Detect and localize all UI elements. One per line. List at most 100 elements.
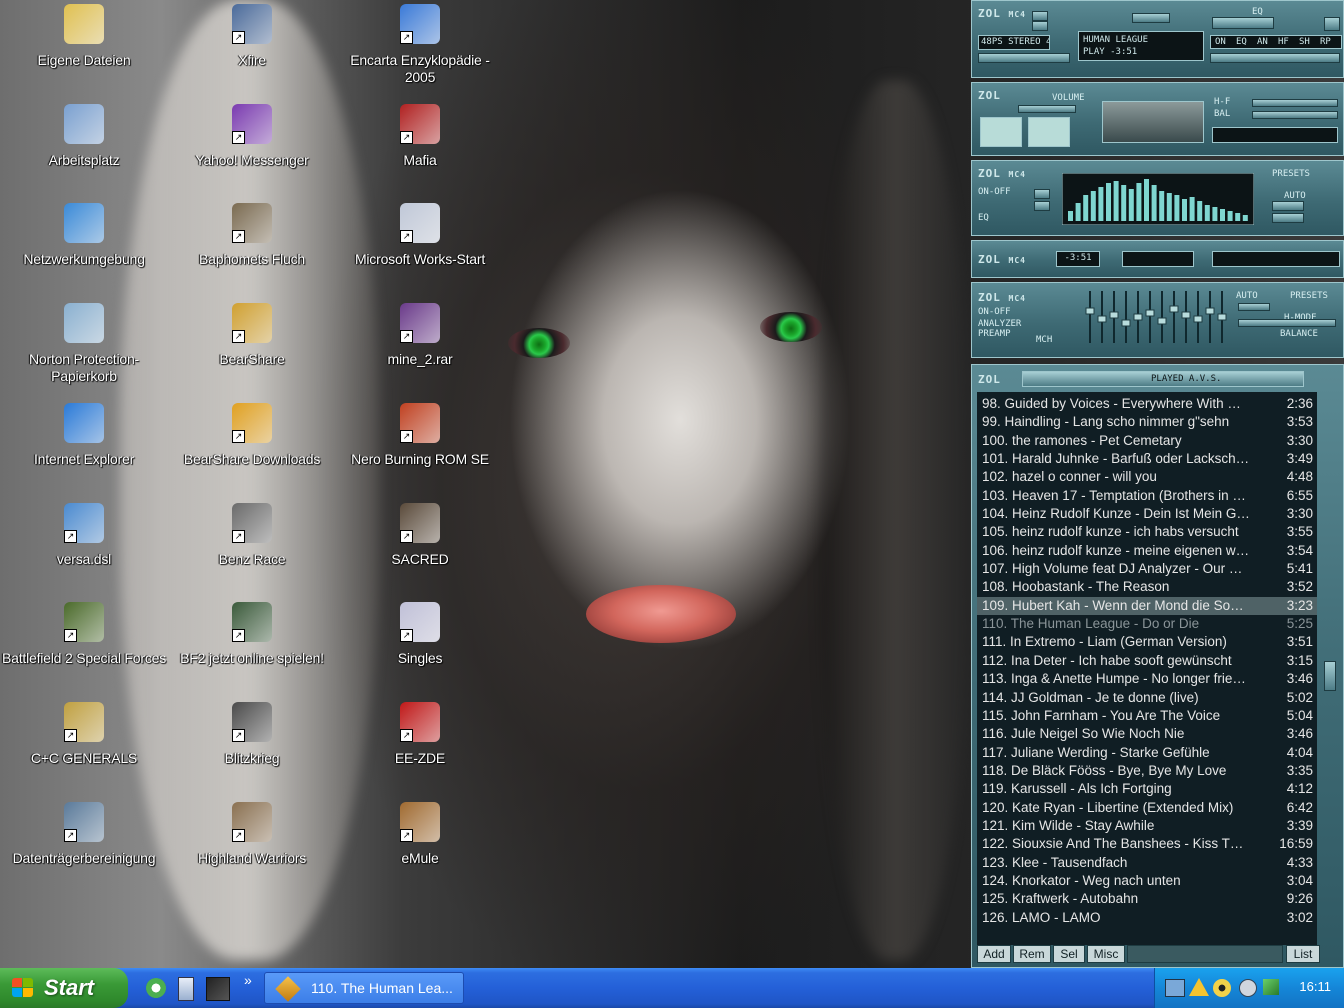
playlist-item[interactable]: 104. Heinz Rudolf Kunze - Dein Ist Mein … (977, 505, 1317, 523)
playlist-item[interactable]: 103. Heaven 17 - Temptation (Brothers in… (977, 487, 1317, 505)
playlist-list-button[interactable]: List (1286, 945, 1320, 963)
eq-band-knob[interactable] (1205, 307, 1215, 315)
desktop-icon[interactable]: ↗ eMule (336, 801, 504, 867)
desktop-icon[interactable]: ↗ BearShare Downloads (168, 402, 336, 468)
playlist-item[interactable]: 108. Hoobastank - The Reason 3:52 (977, 578, 1317, 596)
start-button[interactable]: Start (0, 968, 128, 1008)
balance-slider[interactable] (1252, 111, 1338, 119)
presets-button[interactable] (1272, 201, 1304, 211)
eq-band-knob[interactable] (1109, 311, 1119, 319)
playlist-item[interactable]: 119. Karussell - Als Ich Fortging 4:12 (977, 780, 1317, 798)
playlist-item[interactable]: 123. Klee - Tausendfach 4:33 (977, 854, 1317, 872)
volume-slider[interactable] (1018, 105, 1076, 113)
playlist-item[interactable]: 101. Harald Juhnke - Barfuß oder Lacksch… (977, 450, 1317, 468)
desktop-icon[interactable]: ↗ EE-ZDE (336, 701, 504, 767)
playlist-item[interactable]: 120. Kate Ryan - Libertine (Extended Mix… (977, 799, 1317, 817)
desktop-icon[interactable]: ↗ mine_2.rar (336, 303, 504, 368)
eq-band-knob[interactable] (1097, 315, 1107, 323)
eq-h-mode-slider[interactable] (1238, 319, 1336, 327)
eq-band-knob[interactable] (1085, 307, 1095, 315)
eq-band-knob[interactable] (1157, 317, 1167, 325)
playlist-item[interactable]: 117. Juliane Werding - Starke Gefühle 4:0… (977, 744, 1317, 762)
desktop-icon[interactable]: ↗ SACRED (336, 502, 504, 568)
playlist-item[interactable]: 105. heinz rudolf kunze - ich habs versu… (977, 523, 1317, 541)
analyzer-mode-button[interactable] (1034, 201, 1050, 211)
quicklaunch-chevron[interactable]: » (244, 972, 252, 988)
notepad-quicklaunch-icon[interactable] (178, 977, 194, 1001)
eq-band-knob[interactable] (1145, 309, 1155, 317)
playlist-item[interactable]: 122. Siouxsie And The Banshees - Kiss Th… (977, 835, 1317, 853)
desktop-icon[interactable]: ↗ Xfire (168, 4, 336, 69)
desktop-icon[interactable]: ↗ Benz Race (168, 502, 336, 568)
desktop-icon[interactable]: ↗ Highland Warriors (168, 801, 336, 867)
playlist-item[interactable]: 106. heinz rudolf kunze - meine eigenen … (977, 542, 1317, 560)
eq-button[interactable]: SH (1299, 36, 1310, 48)
eq-mode-switch[interactable] (1212, 17, 1274, 29)
playlist-item[interactable]: 125. Kraftwerk - Autobahn 9:26 (977, 890, 1317, 908)
eq-band-knob[interactable] (1121, 319, 1131, 327)
seek-bar[interactable] (978, 53, 1070, 63)
playlist-toolbar[interactable]: PLAYED A.V.S. (1022, 371, 1304, 387)
eq-band-knob[interactable] (1217, 313, 1227, 321)
desktop-icon[interactable]: ↗ BearShare (168, 303, 336, 368)
analyzer-onoff-button[interactable] (1034, 189, 1050, 199)
desktop-icon[interactable]: Netzwerkumgebung (0, 203, 168, 268)
playlist-item[interactable]: 114. JJ Goldman - Je te donne (live) 5:02 (977, 689, 1317, 707)
speaker-tray-icon[interactable] (1239, 979, 1257, 997)
playlist-item[interactable]: 98. Guided by Voices - Everywhere With H… (977, 395, 1317, 413)
minimize-button[interactable] (1032, 11, 1048, 21)
network-tray-icon[interactable] (1165, 979, 1185, 997)
playlist-item[interactable]: 126. LAMO - LAMO 3:02 (977, 909, 1317, 927)
desktop-icon[interactable]: Internet Explorer (0, 402, 168, 468)
desktop-icon[interactable]: ↗ Baphomets Fluch (168, 203, 336, 268)
playlist-item[interactable]: 124. Knorkator - Weg nach unten 3:04 (977, 872, 1317, 890)
playlist-item[interactable]: 99. Haindling - Lang scho nimmer g"sehn 3… (977, 413, 1317, 431)
eq-button[interactable]: HF (1278, 36, 1289, 48)
playlist-item[interactable]: 112. Ina Deter - Ich habe sooft gewünsch… (977, 652, 1317, 670)
playlist-list[interactable]: 98. Guided by Voices - Everywhere With H… (977, 392, 1317, 945)
eq-band-knob[interactable] (1193, 315, 1203, 323)
desktop-icon[interactable]: Eigene Dateien (0, 4, 168, 69)
playlist-item[interactable]: 121. Kim Wilde - Stay Awhile 3:39 (977, 817, 1317, 835)
desktop-icon[interactable]: ↗ Battlefield 2 Special Forces (0, 602, 168, 667)
security-tray-icon[interactable] (1263, 979, 1279, 995)
hf-slider[interactable] (1252, 99, 1338, 107)
app-quicklaunch-icon[interactable] (206, 977, 230, 1001)
eq-slider-row[interactable] (1210, 53, 1340, 63)
desktop-icon[interactable]: ↗ Encarta Enzyklopädie - 2005 (336, 4, 504, 86)
desktop-icon[interactable]: ↗ Microsoft Works-Start (336, 203, 504, 268)
close-button[interactable] (1324, 17, 1340, 31)
desktop-icon[interactable]: ↗ Singles (336, 602, 504, 667)
mini-controls[interactable] (1212, 251, 1340, 267)
media-player-quicklaunch-icon[interactable] (146, 978, 166, 998)
playlist-item[interactable]: 115. John Farnham - You Are The Voice 5:0… (977, 707, 1317, 725)
playlist-misc-button[interactable]: Misc (1087, 945, 1125, 963)
desktop-icon[interactable]: ↗ versa.dsl (0, 502, 168, 568)
playlist-item[interactable]: 100. the ramones - Pet Cemetary 3:30 (977, 432, 1317, 450)
taskbar-button-zol[interactable]: 110. The Human Lea... (264, 972, 464, 1004)
playlist-item[interactable]: 111. In Extremo - Liam (German Version) 3… (977, 633, 1317, 651)
playlist-item[interactable]: 116. Jule Neigel So Wie Noch Nie 3:46 (977, 725, 1317, 743)
desktop-icon[interactable]: ↗ Yahoo! Messenger (168, 103, 336, 169)
warning-tray-icon[interactable] (1189, 978, 1209, 996)
playlist-item[interactable]: 113. Inga & Anette Humpe - No longer fri… (977, 670, 1317, 688)
eq-button[interactable]: ON (1215, 36, 1226, 48)
desktop-icon[interactable]: ↗ Mafia (336, 103, 504, 169)
eq-button[interactable]: RP (1320, 36, 1331, 48)
playlist-item[interactable]: 110. The Human League - Do or Die 5:25 (977, 615, 1317, 633)
playlist-item[interactable]: 109. Hubert Kah - Wenn der Mond die Sonn… (977, 596, 1317, 616)
eq-band-knob[interactable] (1181, 311, 1191, 319)
desktop-icon[interactable]: ↗ BF2 jetzt online spielen! (168, 602, 336, 667)
playlist-item[interactable]: 118. De Bläck Fööss - Bye, Bye My Love 3:… (977, 762, 1317, 780)
eq-auto-button[interactable] (1238, 303, 1270, 311)
eq-button[interactable]: EQ (1236, 36, 1247, 48)
playlist-item[interactable]: 107. High Volume feat DJ Analyzer - Our … (977, 560, 1317, 578)
eq-band-sliders[interactable] (1084, 289, 1232, 345)
eject-button[interactable] (1132, 13, 1170, 23)
desktop-icon[interactable]: ↗ C+C GENERALS (0, 701, 168, 767)
playlist-item[interactable]: 102. hazel o conner - will you 4:48 (977, 468, 1317, 486)
transport-buttons[interactable] (1212, 127, 1338, 143)
playlist-scrollbar-thumb[interactable] (1324, 661, 1336, 691)
desktop-icon[interactable]: ↗ Nero Burning ROM SE (336, 402, 504, 468)
auto-button[interactable] (1272, 213, 1304, 223)
